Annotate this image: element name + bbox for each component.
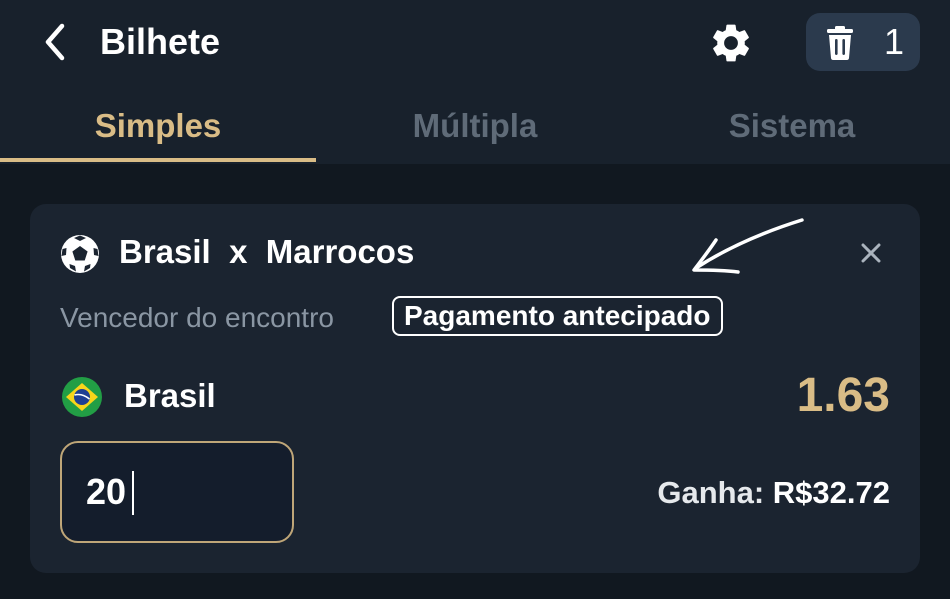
win-amount: R$32.72 bbox=[772, 475, 890, 510]
stake-input[interactable]: 20 bbox=[60, 441, 294, 543]
potential-win: Ganha: R$32.72 bbox=[657, 472, 890, 514]
brazil-flag-icon bbox=[61, 376, 103, 418]
away-team: Marrocos bbox=[265, 233, 415, 270]
versus-separator: x bbox=[229, 233, 248, 270]
tab-sistema[interactable]: Sistema bbox=[634, 96, 950, 160]
stake-value: 20 bbox=[86, 471, 127, 512]
annotation-arrow bbox=[650, 212, 810, 282]
win-label: Ganha: bbox=[657, 475, 765, 510]
early-payout-badge: Pagamento antecipado bbox=[392, 296, 723, 336]
home-team: Brasil bbox=[119, 233, 211, 270]
odds-value: 1.63 bbox=[796, 369, 890, 422]
match-title: Brasil x Marrocos bbox=[119, 230, 414, 274]
selection-name: Brasil bbox=[124, 377, 216, 414]
tab-simples[interactable]: Simples bbox=[0, 96, 316, 160]
tab-bar: Simples Múltipla Sistema bbox=[0, 96, 950, 164]
trash-icon bbox=[824, 26, 856, 60]
back-icon[interactable] bbox=[38, 22, 74, 62]
text-caret bbox=[132, 471, 134, 515]
active-tab-indicator bbox=[0, 158, 316, 162]
clear-bets-button[interactable]: 1 bbox=[806, 13, 920, 71]
bet-count: 1 bbox=[884, 21, 905, 62]
soccer-ball-icon bbox=[60, 234, 100, 274]
tab-multipla[interactable]: Múltipla bbox=[317, 96, 633, 160]
close-icon[interactable] bbox=[854, 236, 888, 270]
market-name: Vencedor do encontro bbox=[60, 302, 334, 333]
page-title: Bilhete bbox=[100, 21, 221, 62]
gear-icon[interactable] bbox=[708, 20, 754, 66]
bet-card: Brasil x Marrocos Vencedor do encontro P… bbox=[30, 204, 920, 573]
header: Bilhete 1 Simples Múltipla Sistema bbox=[0, 0, 950, 164]
